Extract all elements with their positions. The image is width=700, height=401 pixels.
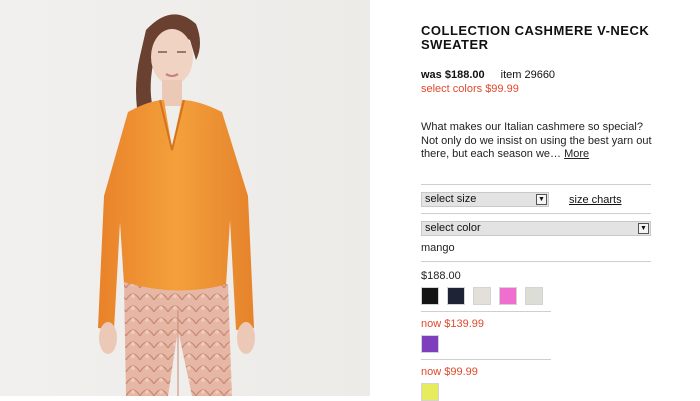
- color-swatch[interactable]: [525, 287, 543, 305]
- item-number: item 29660: [500, 69, 556, 81]
- description-text: What makes our Italian cashmere so speci…: [421, 121, 652, 160]
- divider: [421, 311, 551, 312]
- color-select[interactable]: select color ▼: [421, 221, 651, 236]
- product-photo[interactable]: [0, 0, 370, 396]
- divider: [421, 261, 651, 262]
- color-swatch[interactable]: [421, 335, 439, 353]
- model-illustration: [0, 0, 370, 396]
- color-select-label: select color: [425, 222, 481, 234]
- size-charts-link[interactable]: size charts: [569, 194, 622, 206]
- color-swatch[interactable]: [421, 287, 439, 305]
- color-swatch[interactable]: [447, 287, 465, 305]
- divider: [421, 359, 551, 360]
- size-select-label: select size: [425, 193, 477, 205]
- divider: [421, 213, 651, 214]
- color-swatch[interactable]: [421, 383, 439, 401]
- color-swatch[interactable]: [499, 287, 517, 305]
- divider: [421, 184, 651, 185]
- price-group-label: now $139.99: [421, 318, 484, 330]
- price-row: was $188.00 item 29660: [421, 69, 555, 81]
- was-price: was $188.00: [421, 69, 485, 81]
- photo-bottom-edge: [0, 396, 700, 400]
- price-group-label: $188.00: [421, 270, 461, 282]
- size-select[interactable]: select size ▼: [421, 192, 549, 207]
- more-link[interactable]: More: [564, 148, 589, 160]
- price-group-label: now $99.99: [421, 366, 478, 378]
- sale-price: select colors $99.99: [421, 83, 519, 95]
- product-description: What makes our Italian cashmere so speci…: [421, 121, 653, 162]
- chevron-down-icon[interactable]: ▼: [638, 223, 649, 234]
- selected-color-name: mango: [421, 242, 455, 254]
- chevron-down-icon[interactable]: ▼: [536, 194, 547, 205]
- color-swatch[interactable]: [473, 287, 491, 305]
- product-title: COLLECTION CASHMERE V-NECK SWEATER: [421, 23, 650, 52]
